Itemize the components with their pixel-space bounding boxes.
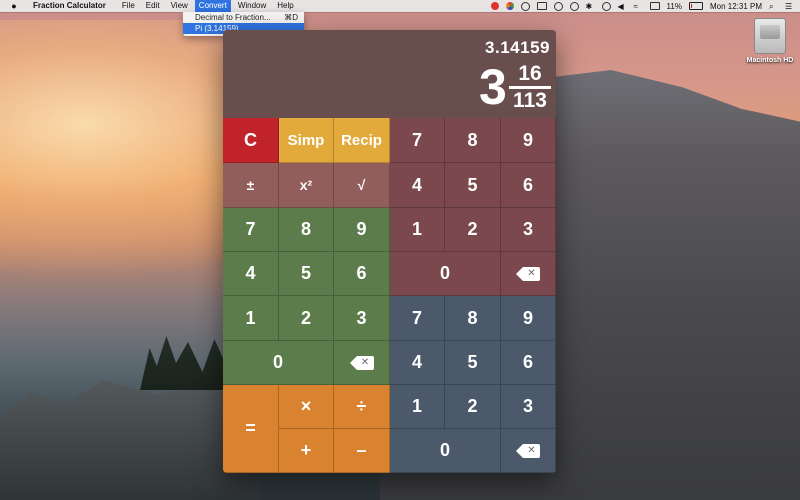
numerator-key-4[interactable]: 4 [390, 163, 445, 208]
numerator-key-8[interactable]: 8 [445, 118, 501, 163]
battery-icon[interactable] [688, 2, 703, 10]
denominator-key-3[interactable]: 3 [501, 385, 556, 429]
numerator-key-7[interactable]: 7 [390, 118, 445, 163]
calculator-window: 3.14159 3 16 113 C Simp Recip ± x² √ 7 8… [223, 30, 556, 473]
hard-drive-icon [754, 18, 786, 54]
apple-menu-icon[interactable]: ● [9, 1, 19, 11]
whole-key-1[interactable]: 1 [223, 296, 279, 341]
whole-key-5[interactable]: 5 [279, 252, 334, 296]
whole-key-9[interactable]: 9 [334, 208, 390, 252]
numerator-key-2[interactable]: 2 [445, 208, 501, 252]
menu-edit[interactable]: Edit [142, 0, 164, 12]
status-app-icon[interactable] [490, 2, 499, 10]
result-display: 3.14159 3 16 113 [223, 30, 556, 118]
fraction-numerator: 16 [518, 62, 542, 85]
multiply-button[interactable]: × [279, 385, 334, 429]
denominator-key-5[interactable]: 5 [445, 341, 501, 385]
simplify-button[interactable]: Simp [279, 118, 334, 163]
denominator-key-2[interactable]: 2 [445, 385, 501, 429]
menu-window[interactable]: Window [234, 0, 270, 12]
numerator-backspace-button[interactable] [501, 252, 556, 296]
denominator-key-8[interactable]: 8 [445, 296, 501, 341]
clear-button[interactable]: C [223, 118, 279, 163]
divide-button[interactable]: ÷ [334, 385, 390, 429]
app-menu[interactable]: Fraction Calculator [29, 0, 110, 12]
equals-button[interactable]: = [223, 385, 279, 473]
whole-key-8[interactable]: 8 [279, 208, 334, 252]
whole-key-0[interactable]: 0 [223, 341, 334, 385]
mixed-whole-number: 3 [479, 59, 507, 115]
airplay-icon[interactable] [536, 2, 547, 10]
plus-minus-button[interactable]: ± [223, 163, 279, 208]
spotlight-search-icon[interactable]: ⌕ [769, 2, 778, 11]
time-machine-icon[interactable] [601, 1, 611, 11]
menu-help[interactable]: Help [273, 0, 297, 12]
menu-convert[interactable]: Convert [194, 0, 231, 12]
drive-label: Macintosh HD [746, 57, 794, 64]
denominator-key-0[interactable]: 0 [390, 429, 501, 473]
denominator-key-6[interactable]: 6 [501, 341, 556, 385]
whole-key-2[interactable]: 2 [279, 296, 334, 341]
numerator-key-5[interactable]: 5 [445, 163, 501, 208]
menu-view[interactable]: View [167, 0, 192, 12]
menu-file[interactable]: File [118, 0, 139, 12]
numerator-key-0[interactable]: 0 [390, 252, 501, 296]
numerator-key-1[interactable]: 1 [390, 208, 445, 252]
status-timer-icon[interactable] [569, 1, 579, 11]
backspace-icon [349, 355, 374, 370]
menu-item-shortcut: ⌘D [284, 13, 298, 22]
whole-key-6[interactable]: 6 [334, 252, 390, 296]
denominator-key-1[interactable]: 1 [390, 385, 445, 429]
menu-item-label: Decimal to Fraction... [195, 13, 271, 22]
sqrt-button[interactable]: √ [334, 163, 390, 208]
denominator-key-4[interactable]: 4 [390, 341, 445, 385]
whole-key-4[interactable]: 4 [223, 252, 279, 296]
battery-percent: 11% [666, 1, 682, 11]
square-button[interactable]: x² [279, 163, 334, 208]
denominator-key-7[interactable]: 7 [390, 296, 445, 341]
status-sync-icon[interactable] [520, 1, 530, 11]
whole-backspace-button[interactable] [334, 341, 390, 385]
status-area: ✱ ◀ ≈ 11% Mon 12:31 PM ⌕ ☰ [490, 0, 794, 12]
backspace-icon [516, 443, 540, 458]
fraction-display: 16 113 [509, 63, 551, 112]
whole-key-3[interactable]: 3 [334, 296, 390, 341]
wifi-icon[interactable]: ≈ [634, 2, 643, 11]
notification-center-icon[interactable]: ☰ [785, 2, 794, 11]
backspace-icon [516, 266, 540, 281]
status-chat-icon[interactable] [553, 1, 563, 11]
bluetooth-icon[interactable]: ✱ [586, 2, 595, 11]
denominator-backspace-button[interactable] [501, 429, 556, 473]
desktop-drive[interactable]: Macintosh HD [744, 18, 796, 64]
menu-clock[interactable]: Mon 12:31 PM [710, 2, 762, 11]
status-colors-icon[interactable] [505, 2, 514, 10]
display-icon[interactable] [649, 2, 660, 10]
reciprocal-button[interactable]: Recip [334, 118, 390, 163]
denominator-key-9[interactable]: 9 [501, 296, 556, 341]
fraction-denominator: 113 [513, 89, 547, 112]
subtract-button[interactable]: – [334, 429, 390, 473]
menu-item-decimal-to-fraction[interactable]: Decimal to Fraction... ⌘D [183, 12, 304, 23]
decimal-value: 3.14159 [485, 38, 550, 57]
add-button[interactable]: + [279, 429, 334, 473]
whole-key-7[interactable]: 7 [223, 208, 279, 252]
desktop-rocks [0, 380, 260, 500]
numerator-key-3[interactable]: 3 [501, 208, 556, 252]
volume-icon[interactable]: ◀ [618, 2, 627, 11]
numerator-key-6[interactable]: 6 [501, 163, 556, 208]
menu-bar: ● Fraction Calculator File Edit View Con… [0, 0, 800, 12]
numerator-key-9[interactable]: 9 [501, 118, 556, 163]
